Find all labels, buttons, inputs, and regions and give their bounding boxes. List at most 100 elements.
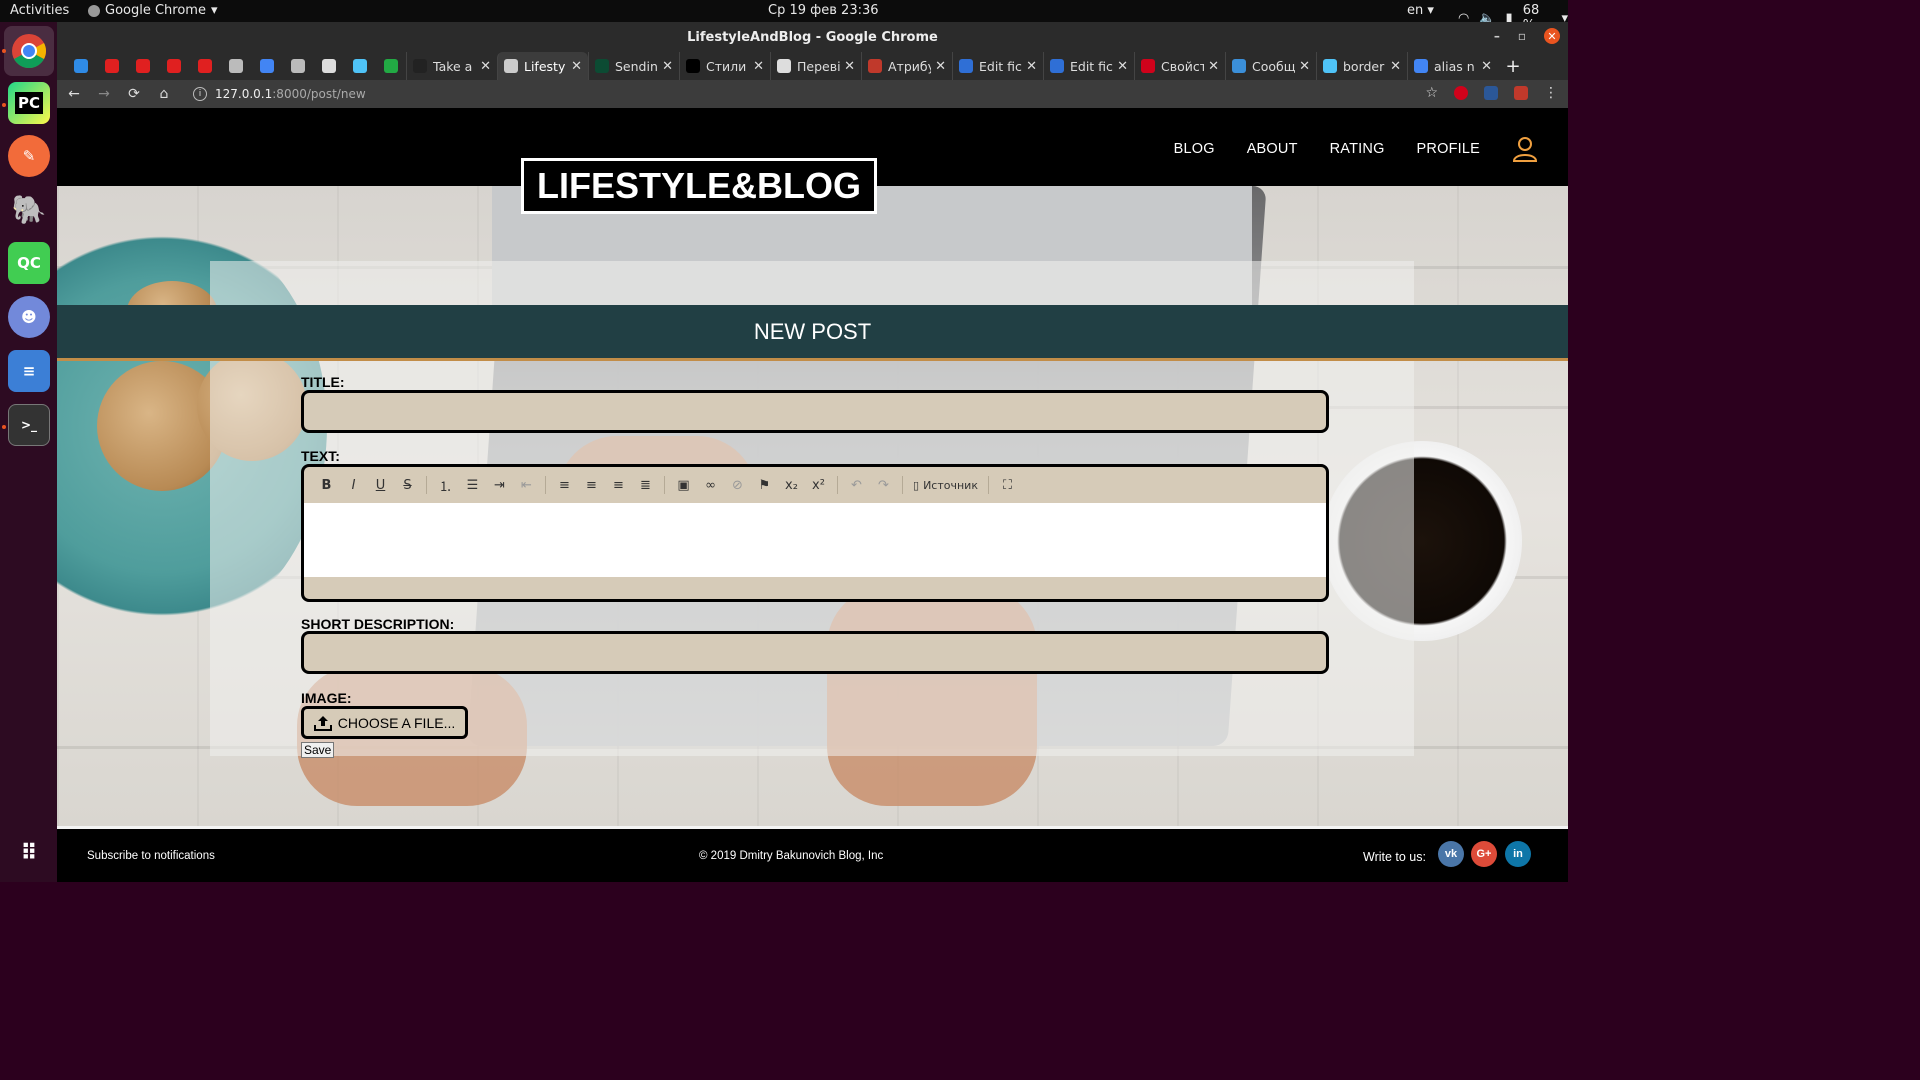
maximize-button[interactable]: ▫ bbox=[1518, 29, 1526, 43]
address-bar[interactable]: 127.0.0.1:8000/post/new bbox=[215, 87, 366, 101]
close-tab-icon[interactable]: ✕ bbox=[662, 59, 673, 74]
dock-chrome[interactable] bbox=[4, 26, 54, 76]
pinned-tab[interactable] bbox=[127, 52, 158, 80]
rich-text-editor[interactable]: B I U S ⒈ ☰ ⇥ ⇤ ≡ ≡ ≡ ≣ ▣ ∞ ⊘ ⚑ x₂ x² ↶ … bbox=[301, 464, 1329, 602]
dock-pgadmin[interactable]: 🐘 bbox=[8, 188, 50, 230]
google-plus-icon[interactable]: G+ bbox=[1471, 841, 1497, 867]
pinned-tab[interactable] bbox=[251, 52, 282, 80]
back-button[interactable]: ← bbox=[61, 86, 87, 102]
pinned-tab[interactable] bbox=[96, 52, 127, 80]
site-info-icon[interactable]: i bbox=[193, 87, 207, 101]
home-button[interactable]: ⌂ bbox=[151, 86, 177, 102]
numbered-list-icon[interactable]: ⒈ bbox=[433, 474, 458, 496]
close-tab-icon[interactable]: ✕ bbox=[1481, 59, 1492, 74]
title-input[interactable] bbox=[301, 390, 1329, 433]
align-left-icon[interactable]: ≡ bbox=[552, 474, 577, 496]
pinned-tab[interactable] bbox=[282, 52, 313, 80]
anchor-flag-icon[interactable]: ⚑ bbox=[752, 474, 777, 496]
unlink-icon[interactable]: ⊘ bbox=[725, 474, 750, 496]
image-icon[interactable]: ▣ bbox=[671, 474, 696, 496]
clock[interactable]: Ср 19 фев 23:36 bbox=[768, 3, 879, 18]
activities-button[interactable]: Activities bbox=[10, 3, 69, 18]
pinned-tab[interactable] bbox=[313, 52, 344, 80]
close-tab-icon[interactable]: ✕ bbox=[571, 59, 582, 74]
menu-kebab-icon[interactable]: ⋮ bbox=[1544, 85, 1558, 101]
close-tab-icon[interactable]: ✕ bbox=[844, 59, 855, 74]
user-icon[interactable] bbox=[1512, 136, 1538, 162]
close-tab-icon[interactable]: ✕ bbox=[1117, 59, 1128, 74]
browser-tab[interactable]: Сообщ ✕ bbox=[1225, 52, 1316, 80]
browser-tab[interactable]: Переві ✕ bbox=[770, 52, 861, 80]
close-tab-icon[interactable]: ✕ bbox=[753, 59, 764, 74]
reload-button[interactable]: ⟳ bbox=[121, 86, 147, 102]
site-logo[interactable]: LIFESTYLE&BLOG bbox=[521, 158, 877, 214]
outdent-icon[interactable]: ⇤ bbox=[514, 474, 539, 496]
editor-text-area[interactable] bbox=[304, 503, 1326, 577]
browser-tab[interactable]: Lifesty ✕ bbox=[497, 52, 588, 80]
nav-profile[interactable]: PROFILE bbox=[1417, 141, 1480, 157]
nav-blog[interactable]: BLOG bbox=[1174, 141, 1215, 157]
browser-tab[interactable]: alias n ✕ bbox=[1407, 52, 1498, 80]
nav-rating[interactable]: RATING bbox=[1330, 141, 1385, 157]
source-button[interactable]: ▯ Источник bbox=[909, 474, 982, 496]
browser-tab[interactable]: Стили ✕ bbox=[679, 52, 770, 80]
close-tab-icon[interactable]: ✕ bbox=[1208, 59, 1219, 74]
minimize-button[interactable]: – bbox=[1494, 29, 1500, 43]
forward-button[interactable]: → bbox=[91, 86, 117, 102]
extension-red-icon[interactable] bbox=[1454, 86, 1468, 100]
strikethrough-button[interactable]: S bbox=[395, 474, 420, 496]
bookmark-star-icon[interactable]: ☆ bbox=[1425, 85, 1438, 101]
link-icon[interactable]: ∞ bbox=[698, 474, 723, 496]
pinned-tab[interactable] bbox=[189, 52, 220, 80]
extension-blue-icon[interactable] bbox=[1484, 86, 1498, 100]
close-tab-icon[interactable]: ✕ bbox=[935, 59, 946, 74]
bulleted-list-icon[interactable]: ☰ bbox=[460, 474, 485, 496]
align-justify-icon[interactable]: ≣ bbox=[633, 474, 658, 496]
choose-file-button[interactable]: CHOOSE A FILE... bbox=[301, 706, 468, 739]
short-description-input[interactable] bbox=[301, 631, 1329, 674]
dock-qtcreator[interactable]: QC bbox=[8, 242, 50, 284]
pinned-tab[interactable] bbox=[158, 52, 189, 80]
pinned-tab[interactable] bbox=[344, 52, 375, 80]
vk-icon[interactable]: vk bbox=[1438, 841, 1464, 867]
dock-terminal[interactable]: >_ bbox=[8, 404, 50, 446]
browser-tab[interactable]: Sendin ✕ bbox=[588, 52, 679, 80]
close-tab-icon[interactable]: ✕ bbox=[1299, 59, 1310, 74]
close-tab-icon[interactable]: ✕ bbox=[1390, 59, 1401, 74]
profile-avatar[interactable] bbox=[1514, 86, 1528, 100]
browser-tab[interactable]: border ✕ bbox=[1316, 52, 1407, 80]
input-language[interactable]: en ▾ bbox=[1407, 3, 1434, 18]
undo-icon[interactable]: ↶ bbox=[844, 474, 869, 496]
browser-tab[interactable]: Take a ✕ bbox=[406, 52, 497, 80]
redo-icon[interactable]: ↷ bbox=[871, 474, 896, 496]
dock-pycharm[interactable]: PC bbox=[8, 82, 50, 124]
underline-button[interactable]: U bbox=[368, 474, 393, 496]
maximize-icon[interactable]: ⛶ bbox=[995, 474, 1020, 496]
app-menu[interactable]: Google Chrome ▾ bbox=[88, 3, 218, 18]
dock-files[interactable]: ≡ bbox=[8, 350, 50, 392]
align-right-icon[interactable]: ≡ bbox=[606, 474, 631, 496]
subscript-icon[interactable]: x₂ bbox=[779, 474, 804, 496]
pinned-tab[interactable] bbox=[220, 52, 251, 80]
dock-discord[interactable]: ☻ bbox=[8, 296, 50, 338]
italic-button[interactable]: I bbox=[341, 474, 366, 496]
close-window-button[interactable]: ✕ bbox=[1544, 28, 1560, 44]
browser-tab[interactable]: Edit fic ✕ bbox=[1043, 52, 1134, 80]
save-button[interactable]: Save bbox=[301, 742, 335, 758]
close-tab-icon[interactable]: ✕ bbox=[1026, 59, 1037, 74]
nav-about[interactable]: ABOUT bbox=[1247, 141, 1298, 157]
superscript-icon[interactable]: x² bbox=[806, 474, 831, 496]
pinned-tab[interactable] bbox=[65, 52, 96, 80]
align-center-icon[interactable]: ≡ bbox=[579, 474, 604, 496]
browser-tab[interactable]: Edit fic ✕ bbox=[952, 52, 1043, 80]
subscribe-link[interactable]: Subscribe to notifications bbox=[87, 850, 215, 862]
pinned-tab[interactable] bbox=[375, 52, 406, 80]
show-applications-button[interactable]: ⠿ bbox=[8, 832, 50, 874]
bold-button[interactable]: B bbox=[314, 474, 339, 496]
indent-icon[interactable]: ⇥ bbox=[487, 474, 512, 496]
close-tab-icon[interactable]: ✕ bbox=[480, 59, 491, 74]
linkedin-icon[interactable]: in bbox=[1505, 841, 1531, 867]
browser-tab[interactable]: Свойст ✕ bbox=[1134, 52, 1225, 80]
dock-postman[interactable]: ✎ bbox=[8, 135, 50, 177]
browser-tab[interactable]: Атрибу ✕ bbox=[861, 52, 952, 80]
